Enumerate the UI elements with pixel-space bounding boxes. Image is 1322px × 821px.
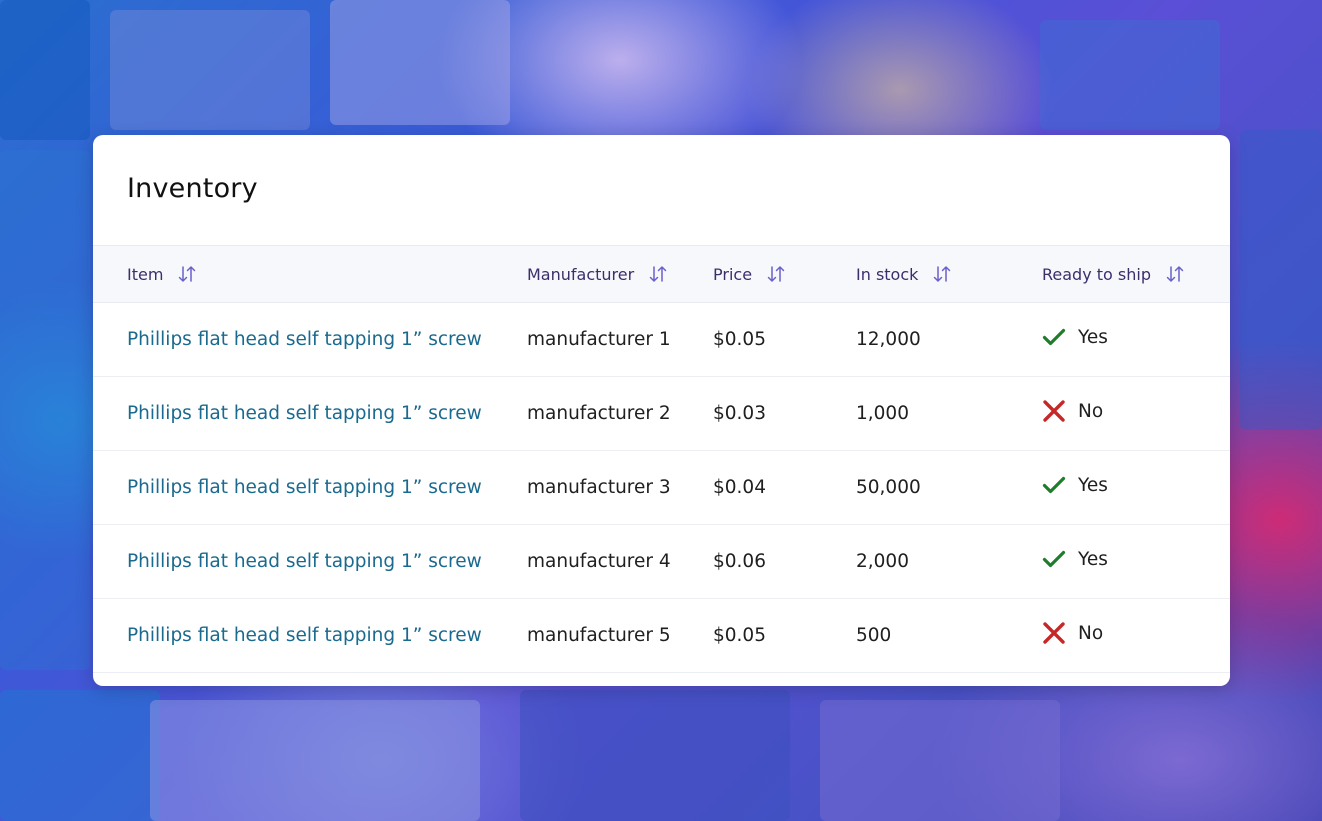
- column-header-manufacturer[interactable]: Manufacturer: [527, 246, 713, 303]
- column-header-label: Item: [127, 264, 164, 284]
- column-header-label: In stock: [856, 264, 919, 284]
- cell-item: Phillips flat head self tapping 1” screw: [93, 451, 527, 525]
- cell-item: Phillips flat head self tapping 1” screw: [93, 599, 527, 673]
- cell-manufacturer: manufacturer 2: [527, 403, 671, 424]
- table-row: Phillips flat head self tapping 1” screw…: [93, 525, 1230, 599]
- item-link[interactable]: Phillips flat head self tapping 1” screw: [127, 403, 482, 424]
- sort-arrows-icon[interactable]: [648, 265, 668, 283]
- column-header-label: Manufacturer: [527, 264, 635, 284]
- ready-status-label: No: [1078, 622, 1104, 644]
- cell-ready-to-ship: Yes: [1042, 303, 1230, 377]
- cell-price: $0.03: [713, 403, 766, 424]
- inventory-panel: Inventory Item Manufacturer Price In sto…: [93, 135, 1230, 686]
- x-icon: [1042, 399, 1066, 423]
- cell-price: $0.06: [713, 551, 766, 572]
- sort-arrows-icon[interactable]: [177, 265, 197, 283]
- cell-price: $0.04: [713, 477, 766, 498]
- cell-manufacturer: manufacturer 4: [527, 551, 671, 572]
- column-header-in-stock[interactable]: In stock: [856, 246, 1042, 303]
- check-icon: [1042, 477, 1066, 494]
- item-link[interactable]: Phillips flat head self tapping 1” screw: [127, 551, 482, 572]
- ready-status-label: Yes: [1078, 474, 1108, 496]
- cell-ready-to-ship: No: [1042, 377, 1230, 451]
- cell-in-stock: 12,000: [856, 329, 921, 350]
- page-title: Inventory: [127, 173, 258, 204]
- cell-in-stock: 50,000: [856, 477, 921, 498]
- cell-in-stock: 1,000: [856, 403, 909, 424]
- cell-item: Phillips flat head self tapping 1” screw: [93, 303, 527, 377]
- inventory-table: Item Manufacturer Price In stock Ready t…: [93, 245, 1230, 673]
- table-row: Phillips flat head self tapping 1” screw…: [93, 451, 1230, 525]
- column-header-item[interactable]: Item: [93, 246, 527, 303]
- x-icon: [1043, 622, 1065, 644]
- ready-status: No: [1042, 621, 1103, 645]
- column-header-label: Price: [713, 264, 753, 284]
- cell-manufacturer: manufacturer 5: [527, 625, 671, 646]
- check-icon: [1042, 329, 1066, 346]
- x-icon: [1043, 400, 1065, 422]
- item-link[interactable]: Phillips flat head self tapping 1” screw: [127, 329, 482, 350]
- sort-arrows-icon[interactable]: [766, 265, 786, 283]
- ready-status: Yes: [1042, 327, 1108, 348]
- ready-status-label: Yes: [1078, 548, 1108, 570]
- check-icon: [1042, 551, 1066, 568]
- cell-manufacturer: manufacturer 1: [527, 329, 671, 350]
- item-link[interactable]: Phillips flat head self tapping 1” screw: [127, 477, 482, 498]
- cell-ready-to-ship: No: [1042, 599, 1230, 673]
- cell-ready-to-ship: Yes: [1042, 451, 1230, 525]
- column-header-price[interactable]: Price: [713, 246, 856, 303]
- cell-item: Phillips flat head self tapping 1” screw: [93, 525, 527, 599]
- cell-ready-to-ship: Yes: [1042, 525, 1230, 599]
- x-icon: [1042, 621, 1066, 645]
- item-link[interactable]: Phillips flat head self tapping 1” screw: [127, 625, 482, 646]
- column-header-label: Ready to ship: [1042, 264, 1151, 284]
- ready-status: No: [1042, 399, 1103, 423]
- column-header-ready-to-ship[interactable]: Ready to ship: [1042, 246, 1230, 303]
- table-header-row: Item Manufacturer Price In stock Ready t…: [93, 245, 1230, 303]
- cell-manufacturer: manufacturer 3: [527, 477, 671, 498]
- cell-in-stock: 2,000: [856, 551, 909, 572]
- check-icon: [1042, 327, 1066, 347]
- sort-arrows-icon[interactable]: [932, 265, 952, 283]
- ready-status-label: No: [1078, 400, 1104, 422]
- check-icon: [1042, 475, 1066, 495]
- ready-status: Yes: [1042, 549, 1108, 570]
- sort-arrows-icon[interactable]: [1165, 265, 1185, 283]
- ready-status-label: Yes: [1078, 326, 1108, 348]
- cell-in-stock: 500: [856, 625, 892, 646]
- table-row: Phillips flat head self tapping 1” screw…: [93, 303, 1230, 377]
- table-row: Phillips flat head self tapping 1” screw…: [93, 599, 1230, 673]
- check-icon: [1042, 549, 1066, 569]
- cell-item: Phillips flat head self tapping 1” screw: [93, 377, 527, 451]
- table-row: Phillips flat head self tapping 1” screw…: [93, 377, 1230, 451]
- cell-price: $0.05: [713, 625, 766, 646]
- cell-price: $0.05: [713, 329, 766, 350]
- ready-status: Yes: [1042, 475, 1108, 496]
